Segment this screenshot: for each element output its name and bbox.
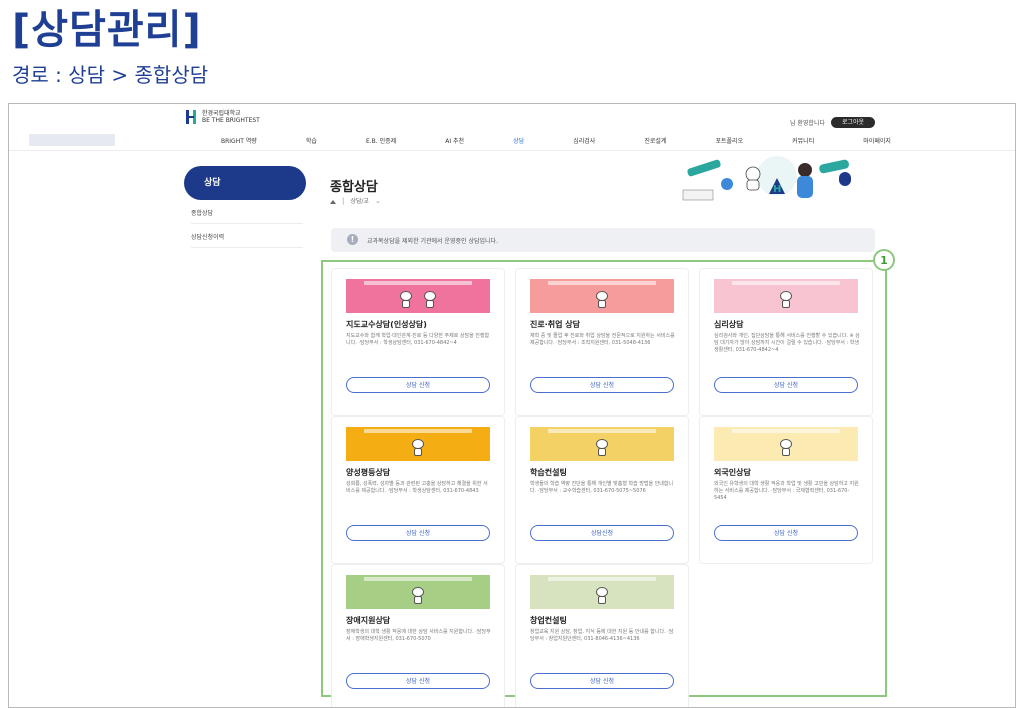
card-thumbnail: [346, 575, 490, 609]
service-card: 학습컨설팅학생들의 학습 역량 진단을 통해 개인별 맞춤형 학습 방법을 안내…: [515, 416, 689, 564]
card-thumbnail: [530, 575, 674, 609]
service-card: 창업컨설팅창업교육 지원 상담, 창업, 지식 등에 대한 지원 등 안내를 합…: [515, 564, 689, 707]
mascot-icon: [594, 291, 610, 309]
global-nav: BRIGHT 역량 학습 E.B. 인증제 AI 추천 상담 심리검사 진로설계…: [221, 136, 891, 145]
breadcrumb: | 상담/교 ⌄: [330, 196, 381, 205]
nav-item-portfolio[interactable]: 포트폴리오: [715, 136, 743, 145]
card-description: 성희롱, 성폭력, 성차별 등과 관련된 고충을 상담하고 해결을 위한 서비스…: [346, 481, 488, 494]
site-logo[interactable]: 한경국립대학교 BE THE BRIGHTEST: [186, 110, 260, 124]
home-icon[interactable]: [330, 198, 336, 204]
user-greeting: 님 환영합니다: [789, 120, 825, 127]
sidebar-active-section[interactable]: 상담: [184, 166, 306, 200]
card-description: 장애학생의 대학 생활 적응에 대한 상담 서비스를 지원합니다. ·담당부서 …: [346, 629, 491, 642]
apply-counsel-button[interactable]: 상담 신청: [346, 377, 490, 393]
hero-illustration: H: [682, 156, 851, 201]
thumbnail-caption-strip: [548, 429, 656, 433]
nav-item-community[interactable]: 커뮤니티: [792, 136, 814, 145]
card-title: 심리상담: [714, 320, 744, 329]
logout-button[interactable]: 로그아웃: [831, 117, 875, 128]
thumbnail-caption-strip: [548, 281, 656, 285]
notice-text: 교과목상담을 제외한 기관에서 운영중인 상담입니다.: [367, 238, 498, 245]
card-title: 학습컨설팅: [530, 468, 567, 477]
chevron-down-icon[interactable]: ⌄: [375, 197, 381, 205]
card-title: 창업컨설팅: [530, 616, 567, 625]
logo-icon: [186, 110, 198, 124]
apply-counsel-button[interactable]: 상담 신청: [346, 525, 490, 541]
card-title: 양성평등상담: [346, 468, 391, 477]
nav-item-career[interactable]: 진로설계: [644, 136, 666, 145]
info-icon: !: [347, 234, 358, 245]
service-card: 외국인상담외국인 유학생의 대학 생활 적응과 학업 및 생활 고민을 상담하고…: [699, 416, 873, 564]
logo-name: 한경국립대학교: [202, 110, 241, 117]
screenshot-frame: 한경국립대학교 BE THE BRIGHTEST 님 환영합니다 로그아웃 BR…: [8, 103, 1016, 708]
thumbnail-caption-strip: [732, 429, 840, 433]
site-header: 한경국립대학교 BE THE BRIGHTEST 님 환영합니다 로그아웃 BR…: [9, 104, 1015, 151]
thumbnail-caption-strip: [364, 281, 472, 285]
card-title: 장애지원상담: [346, 616, 391, 625]
nav-item-cert[interactable]: E.B. 인증제: [366, 136, 396, 145]
thumbnail-caption-strip: [732, 281, 840, 285]
card-thumbnail: [714, 279, 858, 313]
nav-item-bright[interactable]: BRIGHT 역량: [221, 136, 257, 145]
service-card: 양성평등상담성희롱, 성폭력, 성차별 등과 관련된 고충을 상담하고 해결을 …: [331, 416, 505, 564]
mascot-icon: [398, 291, 414, 309]
nav-item-mypage[interactable]: 마이페이지: [863, 136, 891, 145]
page-title: 종합상담: [330, 180, 378, 195]
apply-counsel-button[interactable]: 상담 신청: [530, 673, 674, 689]
apply-counsel-button[interactable]: 상담 신청: [714, 525, 858, 541]
card-description: 심리검사와 개인, 집단상담을 통해 서비스를 진행할 수 있습니다. ※ 상담…: [714, 333, 860, 353]
mascot-icon: [778, 291, 794, 309]
logo-slogan: BE THE BRIGHTEST: [202, 117, 260, 124]
apply-counsel-button[interactable]: 상담 신청: [714, 377, 858, 393]
service-card: 지도교수상담(인성상담) 지도교수와 함께 학업·대인관계·진로 등 다양한 주제…: [331, 268, 505, 416]
service-card: 심리상담심리검사와 개인, 집단상담을 통해 서비스를 진행할 수 있습니다. …: [699, 268, 873, 416]
card-description: 지도교수와 함께 학업·대인관계·진로 등 다양한 주제로 상담을 진행합니다.…: [346, 333, 490, 346]
placeholder-block: [29, 134, 115, 146]
card-thumbnail: [346, 279, 490, 313]
notice-banner: ! 교과목상담을 제외한 기관에서 운영중인 상담입니다.: [331, 228, 875, 252]
card-thumbnail: [530, 427, 674, 461]
card-description: 재학 중 및 졸업 후 진로와 취업 상담을 전문적으로 지원하는 서비스를 제…: [530, 333, 675, 346]
mascot-icon: [594, 439, 610, 457]
card-title: 진로·취업 상담: [530, 320, 580, 329]
breadcrumb-current[interactable]: 상담/교: [350, 196, 369, 205]
apply-counsel-button[interactable]: 상담신청: [530, 525, 674, 541]
nav-item-counsel[interactable]: 상담: [513, 136, 524, 145]
card-title: 지도교수상담(인성상담): [346, 320, 427, 329]
nav-item-test[interactable]: 심리검사: [573, 136, 595, 145]
thumbnail-caption-strip: [364, 429, 472, 433]
mascot-icon: [778, 439, 794, 457]
card-description: 외국인 유학생의 대학 생활 적응과 학업 및 생활 고민을 상담하고 지원하는…: [714, 481, 859, 501]
mascot-icon: [410, 587, 426, 605]
service-card: 장애지원상담장애학생의 대학 생활 적응에 대한 상담 서비스를 지원합니다. …: [331, 564, 505, 707]
sidebar-item-history[interactable]: 상담신청이력: [191, 232, 303, 248]
doc-heading: [상담관리]: [12, 7, 202, 53]
thumbnail-caption-strip: [364, 577, 472, 581]
apply-counsel-button[interactable]: 상담 신청: [346, 673, 490, 689]
mascot-icon: [594, 587, 610, 605]
callout-badge: 1: [873, 249, 895, 271]
card-thumbnail: [530, 279, 674, 313]
nav-item-ai[interactable]: AI 추천: [445, 136, 464, 145]
card-description: 창업교육 지원 상담, 창업, 지식 등에 대한 지원 등 안내를 합니다. ·…: [530, 629, 674, 642]
separator-icon: |: [342, 196, 345, 205]
card-title: 외국인상담: [714, 468, 751, 477]
service-card: 진로·취업 상담재학 중 및 졸업 후 진로와 취업 상담을 전문적으로 지원하…: [515, 268, 689, 416]
mascot-icon: [422, 291, 438, 309]
card-thumbnail: [714, 427, 858, 461]
nav-item-study[interactable]: 학습: [306, 136, 317, 145]
card-thumbnail: [346, 427, 490, 461]
mascot-icon: [410, 439, 426, 457]
card-description: 학생들의 학습 역량 진단을 통해 개인별 맞춤형 학습 방법을 안내합니다. …: [530, 481, 674, 494]
svg-text:H: H: [773, 184, 781, 195]
sidebar-item-general[interactable]: 종합상담: [191, 208, 303, 224]
route-text: 경로 : 상담 > 종합상담: [12, 63, 209, 87]
thumbnail-caption-strip: [548, 577, 656, 581]
apply-counsel-button[interactable]: 상담 신청: [530, 377, 674, 393]
